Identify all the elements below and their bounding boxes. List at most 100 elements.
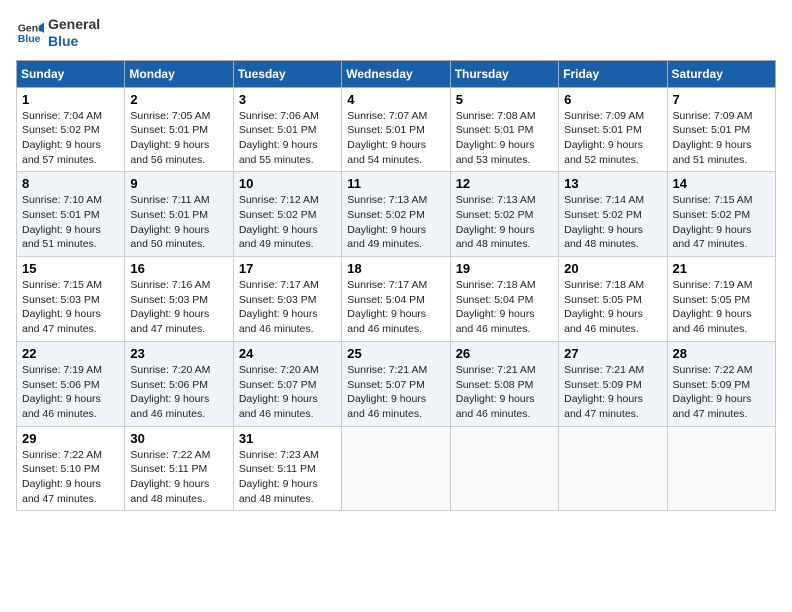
calendar-cell: 23 Sunrise: 7:20 AMSunset: 5:06 PMDaylig… [125, 341, 233, 426]
weekday-header-sunday: Sunday [17, 60, 125, 87]
calendar-cell: 16 Sunrise: 7:16 AMSunset: 5:03 PMDaylig… [125, 257, 233, 342]
day-number: 6 [564, 92, 661, 107]
day-number: 16 [130, 261, 227, 276]
day-info: Sunrise: 7:05 AMSunset: 5:01 PMDaylight:… [130, 110, 210, 166]
day-info: Sunrise: 7:20 AMSunset: 5:06 PMDaylight:… [130, 364, 210, 420]
day-number: 14 [673, 176, 770, 191]
calendar-cell: 14 Sunrise: 7:15 AMSunset: 5:02 PMDaylig… [667, 172, 775, 257]
day-info: Sunrise: 7:08 AMSunset: 5:01 PMDaylight:… [456, 110, 536, 166]
day-number: 31 [239, 431, 336, 446]
day-number: 29 [22, 431, 119, 446]
weekday-header-saturday: Saturday [667, 60, 775, 87]
calendar-cell: 7 Sunrise: 7:09 AMSunset: 5:01 PMDayligh… [667, 87, 775, 172]
calendar-cell: 20 Sunrise: 7:18 AMSunset: 5:05 PMDaylig… [559, 257, 667, 342]
calendar-cell: 21 Sunrise: 7:19 AMSunset: 5:05 PMDaylig… [667, 257, 775, 342]
logo: General Blue General Blue [16, 16, 100, 50]
day-number: 8 [22, 176, 119, 191]
calendar-cell: 1 Sunrise: 7:04 AMSunset: 5:02 PMDayligh… [17, 87, 125, 172]
day-number: 23 [130, 346, 227, 361]
calendar-week-1: 1 Sunrise: 7:04 AMSunset: 5:02 PMDayligh… [17, 87, 776, 172]
day-info: Sunrise: 7:21 AMSunset: 5:08 PMDaylight:… [456, 364, 536, 420]
day-number: 25 [347, 346, 444, 361]
day-number: 20 [564, 261, 661, 276]
calendar-cell: 25 Sunrise: 7:21 AMSunset: 5:07 PMDaylig… [342, 341, 450, 426]
day-info: Sunrise: 7:06 AMSunset: 5:01 PMDaylight:… [239, 110, 319, 166]
day-info: Sunrise: 7:18 AMSunset: 5:05 PMDaylight:… [564, 279, 644, 335]
day-info: Sunrise: 7:22 AMSunset: 5:10 PMDaylight:… [22, 449, 102, 505]
calendar-cell [450, 426, 558, 511]
day-number: 28 [673, 346, 770, 361]
calendar-cell: 9 Sunrise: 7:11 AMSunset: 5:01 PMDayligh… [125, 172, 233, 257]
day-number: 1 [22, 92, 119, 107]
day-info: Sunrise: 7:12 AMSunset: 5:02 PMDaylight:… [239, 194, 319, 250]
day-number: 3 [239, 92, 336, 107]
day-number: 21 [673, 261, 770, 276]
day-info: Sunrise: 7:07 AMSunset: 5:01 PMDaylight:… [347, 110, 427, 166]
day-info: Sunrise: 7:21 AMSunset: 5:07 PMDaylight:… [347, 364, 427, 420]
weekday-header-friday: Friday [559, 60, 667, 87]
calendar-cell [559, 426, 667, 511]
page-header: General Blue General Blue [16, 16, 776, 50]
calendar-cell: 5 Sunrise: 7:08 AMSunset: 5:01 PMDayligh… [450, 87, 558, 172]
day-info: Sunrise: 7:22 AMSunset: 5:11 PMDaylight:… [130, 449, 210, 505]
calendar-week-5: 29 Sunrise: 7:22 AMSunset: 5:10 PMDaylig… [17, 426, 776, 511]
day-number: 15 [22, 261, 119, 276]
calendar-cell: 11 Sunrise: 7:13 AMSunset: 5:02 PMDaylig… [342, 172, 450, 257]
calendar-cell: 10 Sunrise: 7:12 AMSunset: 5:02 PMDaylig… [233, 172, 341, 257]
day-number: 30 [130, 431, 227, 446]
calendar-cell: 28 Sunrise: 7:22 AMSunset: 5:09 PMDaylig… [667, 341, 775, 426]
weekday-header-tuesday: Tuesday [233, 60, 341, 87]
calendar-cell [342, 426, 450, 511]
calendar-cell: 24 Sunrise: 7:20 AMSunset: 5:07 PMDaylig… [233, 341, 341, 426]
calendar-cell: 12 Sunrise: 7:13 AMSunset: 5:02 PMDaylig… [450, 172, 558, 257]
day-info: Sunrise: 7:09 AMSunset: 5:01 PMDaylight:… [564, 110, 644, 166]
day-number: 18 [347, 261, 444, 276]
calendar-cell: 27 Sunrise: 7:21 AMSunset: 5:09 PMDaylig… [559, 341, 667, 426]
weekday-header-wednesday: Wednesday [342, 60, 450, 87]
calendar-cell: 4 Sunrise: 7:07 AMSunset: 5:01 PMDayligh… [342, 87, 450, 172]
calendar-cell: 13 Sunrise: 7:14 AMSunset: 5:02 PMDaylig… [559, 172, 667, 257]
day-info: Sunrise: 7:22 AMSunset: 5:09 PMDaylight:… [673, 364, 753, 420]
day-info: Sunrise: 7:19 AMSunset: 5:06 PMDaylight:… [22, 364, 102, 420]
day-number: 4 [347, 92, 444, 107]
day-number: 9 [130, 176, 227, 191]
day-info: Sunrise: 7:17 AMSunset: 5:04 PMDaylight:… [347, 279, 427, 335]
day-info: Sunrise: 7:14 AMSunset: 5:02 PMDaylight:… [564, 194, 644, 250]
day-info: Sunrise: 7:20 AMSunset: 5:07 PMDaylight:… [239, 364, 319, 420]
calendar-cell: 26 Sunrise: 7:21 AMSunset: 5:08 PMDaylig… [450, 341, 558, 426]
calendar-cell [667, 426, 775, 511]
day-info: Sunrise: 7:18 AMSunset: 5:04 PMDaylight:… [456, 279, 536, 335]
day-number: 2 [130, 92, 227, 107]
day-info: Sunrise: 7:17 AMSunset: 5:03 PMDaylight:… [239, 279, 319, 335]
weekday-header-monday: Monday [125, 60, 233, 87]
calendar-cell: 6 Sunrise: 7:09 AMSunset: 5:01 PMDayligh… [559, 87, 667, 172]
day-number: 12 [456, 176, 553, 191]
day-info: Sunrise: 7:13 AMSunset: 5:02 PMDaylight:… [456, 194, 536, 250]
day-number: 10 [239, 176, 336, 191]
logo-text-blue: Blue [48, 33, 100, 50]
calendar-table: SundayMondayTuesdayWednesdayThursdayFrid… [16, 60, 776, 512]
day-info: Sunrise: 7:15 AMSunset: 5:03 PMDaylight:… [22, 279, 102, 335]
day-number: 13 [564, 176, 661, 191]
day-info: Sunrise: 7:15 AMSunset: 5:02 PMDaylight:… [673, 194, 753, 250]
calendar-week-3: 15 Sunrise: 7:15 AMSunset: 5:03 PMDaylig… [17, 257, 776, 342]
day-number: 22 [22, 346, 119, 361]
day-info: Sunrise: 7:11 AMSunset: 5:01 PMDaylight:… [130, 194, 209, 250]
day-number: 24 [239, 346, 336, 361]
day-number: 26 [456, 346, 553, 361]
calendar-cell: 30 Sunrise: 7:22 AMSunset: 5:11 PMDaylig… [125, 426, 233, 511]
day-number: 17 [239, 261, 336, 276]
weekday-header-thursday: Thursday [450, 60, 558, 87]
calendar-cell: 15 Sunrise: 7:15 AMSunset: 5:03 PMDaylig… [17, 257, 125, 342]
day-info: Sunrise: 7:23 AMSunset: 5:11 PMDaylight:… [239, 449, 319, 505]
calendar-cell: 29 Sunrise: 7:22 AMSunset: 5:10 PMDaylig… [17, 426, 125, 511]
day-info: Sunrise: 7:13 AMSunset: 5:02 PMDaylight:… [347, 194, 427, 250]
calendar-week-2: 8 Sunrise: 7:10 AMSunset: 5:01 PMDayligh… [17, 172, 776, 257]
day-info: Sunrise: 7:16 AMSunset: 5:03 PMDaylight:… [130, 279, 210, 335]
calendar-cell: 18 Sunrise: 7:17 AMSunset: 5:04 PMDaylig… [342, 257, 450, 342]
calendar-cell: 2 Sunrise: 7:05 AMSunset: 5:01 PMDayligh… [125, 87, 233, 172]
calendar-header-row: SundayMondayTuesdayWednesdayThursdayFrid… [17, 60, 776, 87]
svg-text:Blue: Blue [18, 33, 41, 45]
calendar-cell: 3 Sunrise: 7:06 AMSunset: 5:01 PMDayligh… [233, 87, 341, 172]
calendar-cell: 31 Sunrise: 7:23 AMSunset: 5:11 PMDaylig… [233, 426, 341, 511]
